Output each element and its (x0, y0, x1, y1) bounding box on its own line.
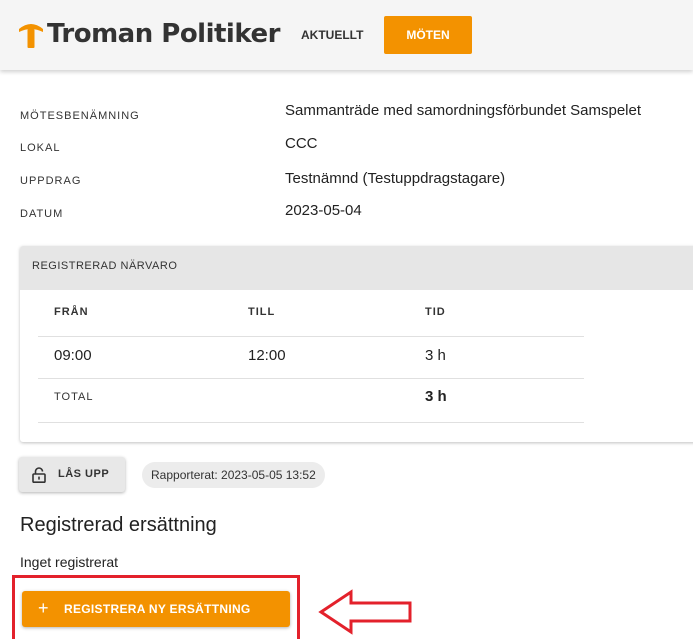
total-time: 3 h (425, 388, 447, 405)
table-divider (38, 422, 584, 423)
compensation-empty-text: Inget registrerat (20, 554, 119, 570)
compensation-section-title: Registrerad ersättning (20, 514, 217, 536)
date-label: DATUM (20, 208, 64, 220)
brand-name: Troman Politiker (47, 19, 280, 49)
plus-icon: + (38, 598, 49, 618)
arrow-left-outline-icon (318, 589, 412, 635)
reported-status-chip: Rapporterat: 2023-05-05 13:52 (142, 462, 325, 488)
column-header-time: TID (425, 306, 446, 318)
location-value: CCC (285, 135, 318, 152)
date-value: 2023-05-04 (285, 202, 362, 219)
troman-logo-icon (18, 20, 44, 48)
nav-tab-aktuellt[interactable]: AKTUELLT (297, 16, 367, 54)
column-header-to: TILL (248, 306, 276, 318)
attendance-row-from: 09:00 (54, 347, 92, 364)
table-divider (38, 336, 584, 337)
unlock-button-label: LÅS UPP (58, 468, 110, 480)
brand-logo[interactable]: Troman Politiker (18, 14, 280, 54)
meeting-name-label: MÖTESBENÄMNING (20, 110, 140, 122)
assignment-value: Testnämnd (Testuppdragstagare) (285, 170, 506, 187)
register-compensation-button-label: REGISTRERA NY ERSÄTTNING (64, 602, 251, 616)
attendance-card-title: REGISTRERAD NÄRVARO (32, 260, 178, 272)
lock-open-icon (32, 467, 46, 483)
column-header-from: FRÅN (54, 306, 89, 318)
assignment-label: UPPDRAG (20, 175, 82, 187)
total-label: TOTAL (54, 391, 94, 403)
table-divider (38, 378, 584, 379)
attendance-row-to: 12:00 (248, 347, 286, 364)
nav-tab-moten[interactable]: MÖTEN (384, 16, 472, 54)
register-compensation-button[interactable]: + REGISTRERA NY ERSÄTTNING (22, 591, 290, 627)
attendance-card-header: REGISTRERAD NÄRVARO (20, 246, 693, 290)
unlock-button[interactable]: LÅS UPP (19, 457, 125, 492)
attendance-card: REGISTRERAD NÄRVARO FRÅN TILL TID 09:00 … (20, 246, 693, 442)
attendance-row-time: 3 h (425, 347, 446, 364)
location-label: LOKAL (20, 142, 61, 154)
top-app-bar: Troman Politiker AKTUELLT MÖTEN (0, 0, 693, 70)
meeting-name-value: Sammanträde med samordningsförbundet Sam… (285, 102, 642, 119)
